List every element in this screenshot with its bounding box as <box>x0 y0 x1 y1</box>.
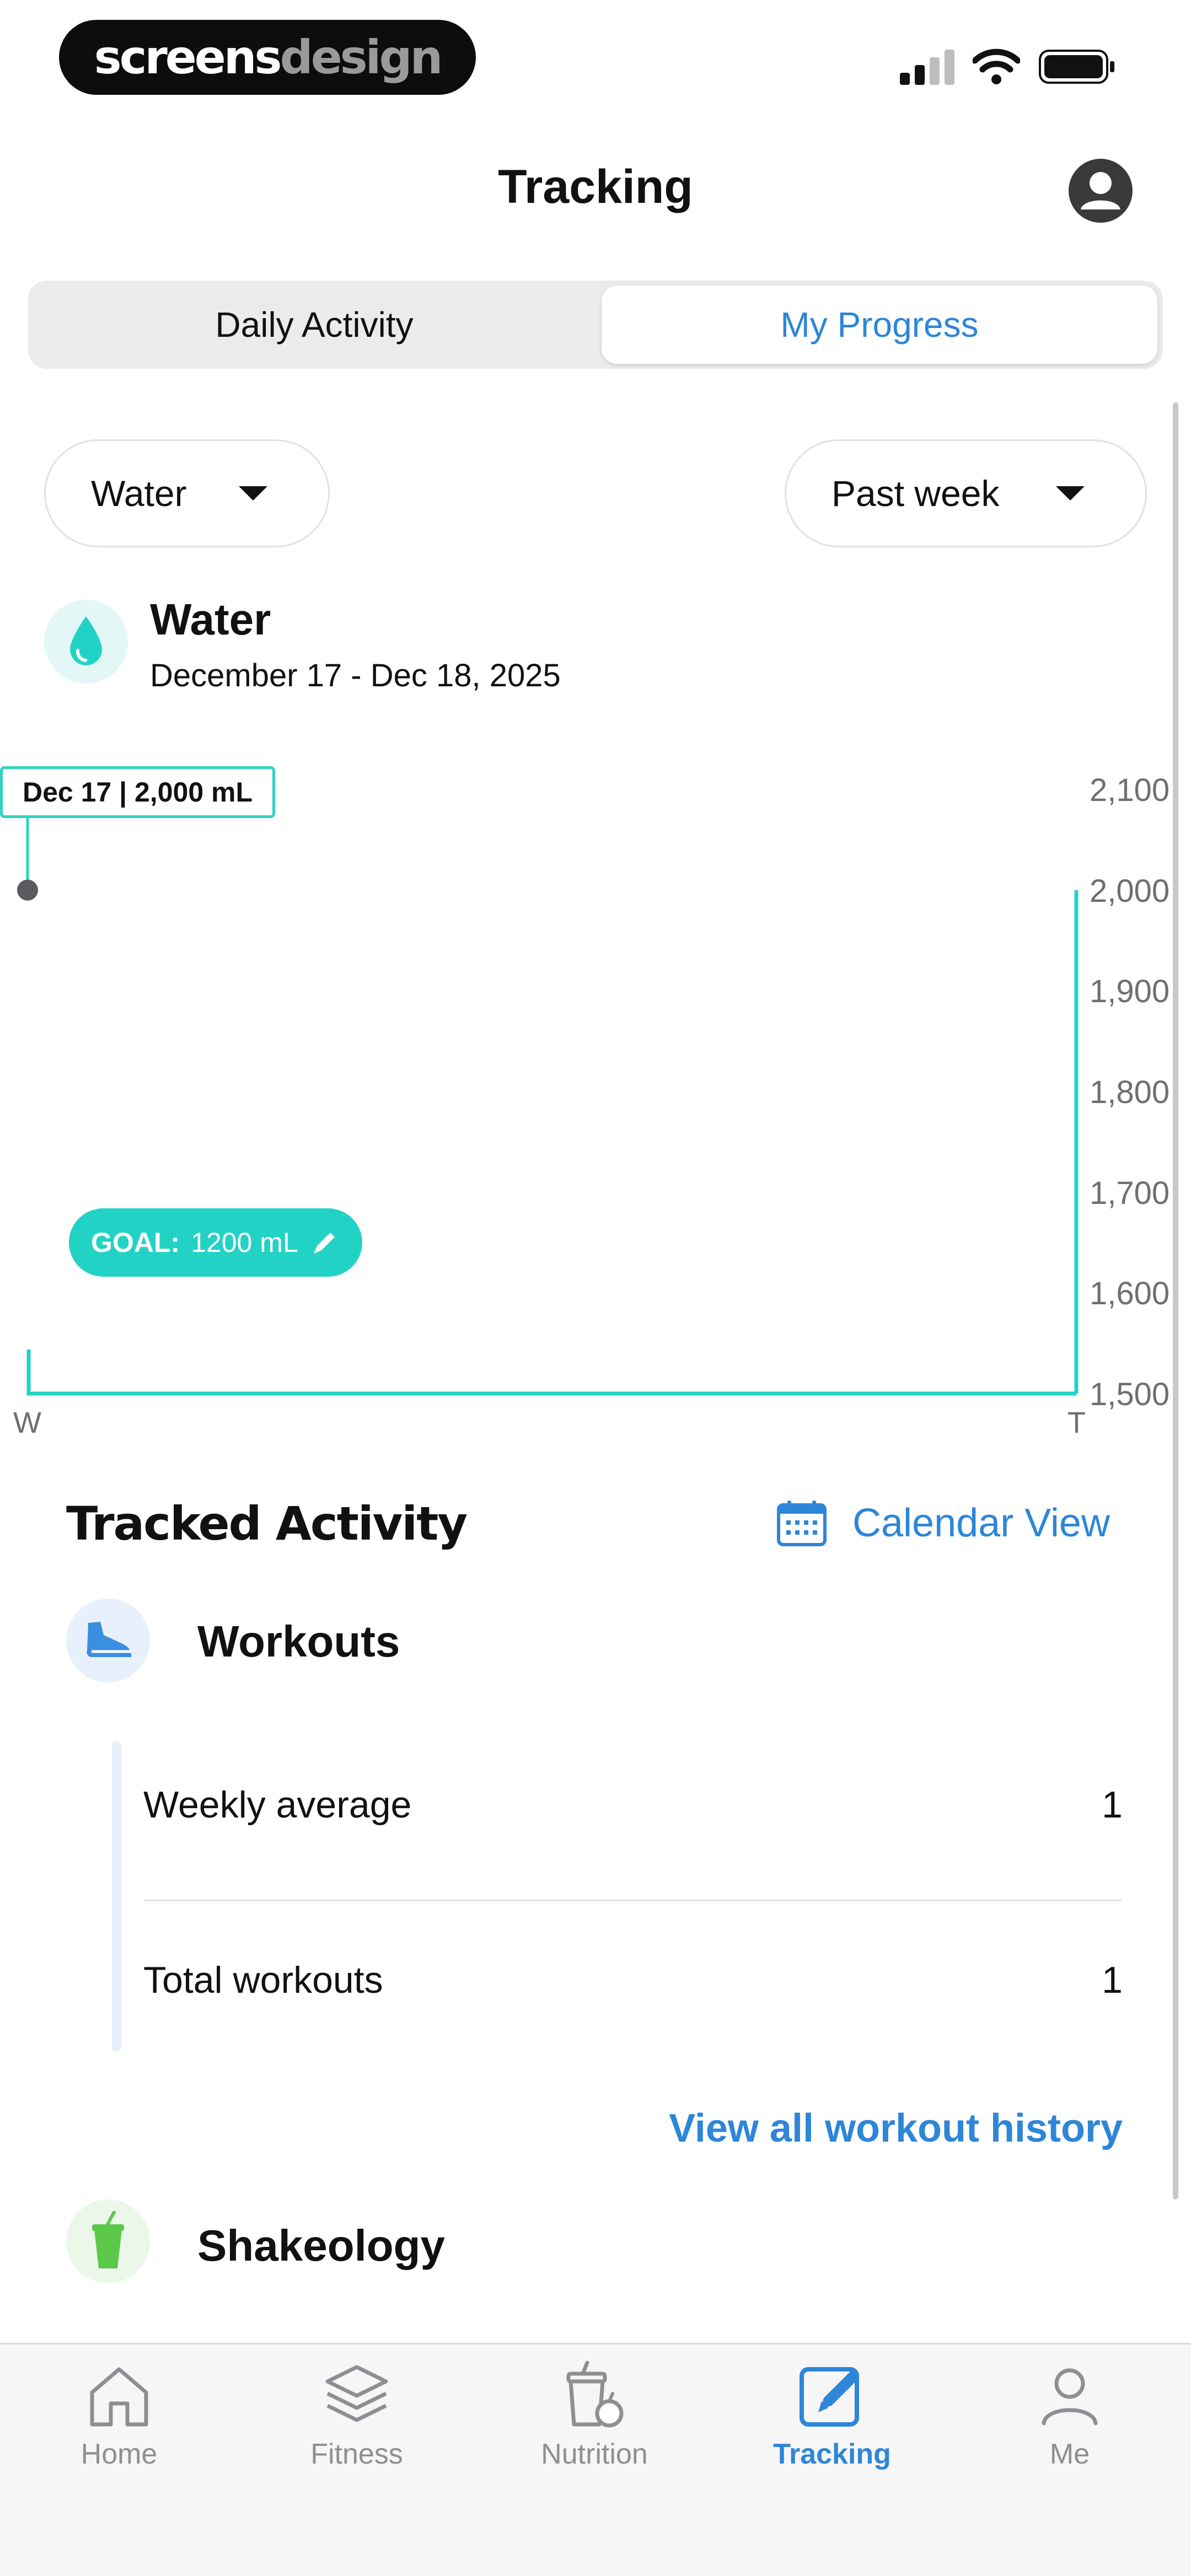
y-tick-label: 1,700 <box>1090 1175 1170 1211</box>
workouts-title: Workouts <box>197 1617 400 1666</box>
calendar-view-link[interactable]: Calendar View <box>776 1499 1110 1547</box>
metric-date-range: December 17 - Dec 18, 2025 <box>150 658 561 693</box>
nav-fitness[interactable]: Fitness <box>274 2359 439 2471</box>
stat-row-total-workouts: Total workouts 1 <box>143 1959 1123 2002</box>
tab-my-progress[interactable]: My Progress <box>602 286 1157 364</box>
divider <box>143 1900 1123 1901</box>
section-title-tracked-activity: Tracked Activity <box>66 1497 468 1551</box>
brand-part2: design <box>280 30 443 84</box>
brand-part1: screens <box>94 30 282 84</box>
y-tick-label: 1,600 <box>1090 1276 1170 1312</box>
goal-label: GOAL: <box>91 1227 180 1258</box>
battery-icon <box>1039 50 1116 87</box>
screensdesign-logo: screens design <box>59 20 476 95</box>
x-tick-label: W <box>13 1406 41 1439</box>
nav-fitness-label: Fitness <box>310 2438 403 2470</box>
edit-icon <box>800 2367 859 2427</box>
nav-tracking[interactable]: Tracking <box>749 2359 915 2471</box>
stat-label: Total workouts <box>143 1959 383 2001</box>
goal-value: 1200 mL <box>191 1227 298 1258</box>
home-icon <box>90 2367 148 2427</box>
y-tick-label: 2,100 <box>1090 772 1170 808</box>
data-point[interactable] <box>17 879 38 901</box>
person-icon <box>1042 2368 1098 2426</box>
nav-home[interactable]: Home <box>36 2359 202 2471</box>
goal-badge[interactable]: GOAL: 1200 mL <box>69 1208 362 1277</box>
nutrition-icon <box>566 2360 624 2428</box>
chart-baseline <box>26 1349 1076 1396</box>
layers-icon <box>325 2365 388 2422</box>
y-tick-label: 1,800 <box>1090 1074 1170 1110</box>
scrollbar[interactable] <box>1173 402 1178 2199</box>
stat-label: Weekly average <box>143 1784 412 1826</box>
workout-history-link[interactable]: View all workout history <box>669 2106 1123 2151</box>
shakeology-title: Shakeology <box>197 2221 446 2270</box>
x-tick-label: T <box>1067 1406 1086 1439</box>
shake-cup-icon <box>66 2199 150 2283</box>
nav-nutrition-label: Nutrition <box>541 2438 648 2470</box>
profile-button[interactable] <box>1069 159 1133 223</box>
workout-shoe-icon <box>66 1599 150 1682</box>
stat-value: 1 <box>1102 1959 1123 2001</box>
stats-accent-bar <box>112 1741 121 2052</box>
nav-me-label: Me <box>1049 2438 1090 2470</box>
y-tick-label: 2,000 <box>1090 873 1170 909</box>
period-dropdown-value: Past week <box>831 473 1000 514</box>
chevron-down-icon <box>239 486 267 501</box>
water-drop-icon <box>44 600 128 684</box>
metric-dropdown-value: Water <box>91 473 187 514</box>
signal-icon <box>900 49 955 88</box>
calendar-view-label: Calendar View <box>852 1501 1110 1545</box>
y-tick-label: 1,900 <box>1090 974 1170 1010</box>
stat-row-weekly-average: Weekly average 1 <box>143 1783 1123 1826</box>
nav-home-label: Home <box>81 2438 158 2470</box>
page-title: Tracking <box>498 160 693 213</box>
metric-dropdown[interactable]: Water <box>44 439 330 547</box>
period-dropdown[interactable]: Past week <box>785 439 1147 547</box>
tab-daily-activity[interactable]: Daily Activity <box>33 286 596 364</box>
nav-tracking-label: Tracking <box>773 2438 891 2470</box>
nav-nutrition[interactable]: Nutrition <box>512 2359 677 2471</box>
view-switcher: Daily Activity My Progress <box>28 281 1163 369</box>
chart-tooltip: Dec 17 | 2,000 mL <box>0 766 276 818</box>
person-icon <box>1081 172 1120 209</box>
pencil-icon <box>313 1233 335 1254</box>
stat-value: 1 <box>1102 1784 1123 1826</box>
calendar-icon <box>777 1501 827 1546</box>
water-chart: 2,100 2,000 1,900 1,800 1,700 1,600 1,500 W T <box>0 761 1191 1455</box>
y-tick-label: 1,500 <box>1090 1376 1170 1412</box>
wifi-icon <box>972 49 1021 88</box>
nav-me[interactable]: Me <box>987 2359 1152 2471</box>
chart-plot <box>17 816 1079 1396</box>
chevron-down-icon <box>1056 486 1085 501</box>
metric-title: Water <box>150 595 271 644</box>
